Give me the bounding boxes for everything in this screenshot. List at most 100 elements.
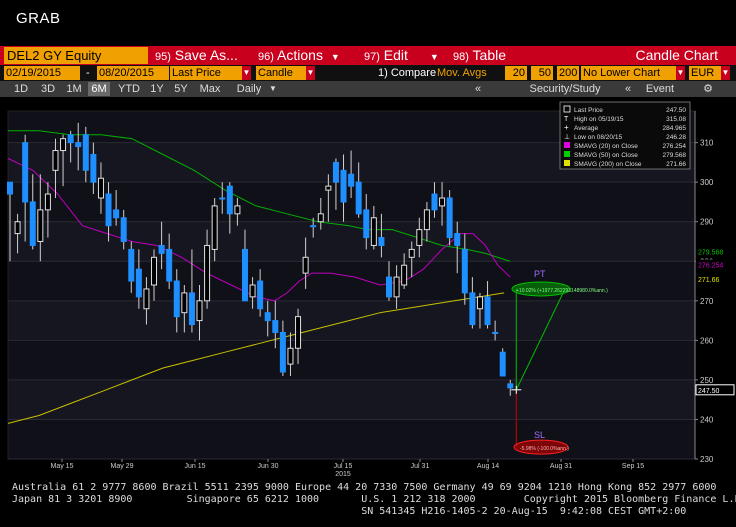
period-1y[interactable]: 1Y <box>147 82 167 96</box>
candle-body-up <box>393 276 400 298</box>
lower-chart-dropdown-icon[interactable]: ▼ <box>676 66 685 80</box>
chart-type-field[interactable]: Candle <box>256 66 306 80</box>
chart-band <box>8 340 695 380</box>
period-1d[interactable]: 1D <box>10 82 32 96</box>
chart-band <box>8 379 695 420</box>
candle-body-down <box>310 225 317 228</box>
edit-num: 97) <box>364 51 380 63</box>
y-tick-label: 270 <box>700 297 714 306</box>
candle-body-up <box>249 284 256 298</box>
table-menu[interactable]: 98) Table <box>453 46 506 65</box>
legend-label: SMAVG (20) on Close <box>574 143 638 150</box>
x-tick-label: Aug 14 <box>477 463 499 470</box>
candle-body-down <box>135 268 142 298</box>
x-tick-label: Jun 15 <box>184 463 205 470</box>
candle-body-down <box>332 161 339 183</box>
period-6m[interactable]: 6M <box>88 82 110 96</box>
candle-body-up <box>204 244 211 302</box>
y-tick-label: 260 <box>700 336 714 345</box>
candle-body-down <box>226 185 233 215</box>
footer: Australia 61 2 9777 8600 Brazil 5511 239… <box>0 478 736 527</box>
compare-label[interactable]: 1) Compare <box>378 66 436 80</box>
legend-value: 279.568 <box>663 152 687 159</box>
ma1-field[interactable]: 20 <box>505 66 527 80</box>
candle-body-up <box>408 248 415 258</box>
currency-dropdown-icon[interactable]: ▼ <box>721 66 730 80</box>
chart-band <box>8 221 695 262</box>
chart-svg[interactable]: PT +10.02% (+1977.262293148980.0%ann.) SL -… <box>0 97 736 478</box>
candle-body-down <box>279 331 286 373</box>
compare-value[interactable]: Mov. Avgs <box>437 66 487 80</box>
price-chart[interactable]: PT +10.02% (+1977.262293148980.0%ann.) SL -… <box>0 97 736 478</box>
security-study-button[interactable]: Security/Study <box>520 82 610 96</box>
candle-body-up <box>151 256 158 286</box>
x-tick-label: May 15 <box>51 463 74 470</box>
legend-value: 284.965 <box>663 125 687 132</box>
candle-body-up <box>325 185 332 191</box>
footer-line-3: SN 541345 H216-1405-2 20-Aug-15 9:42:08 … <box>12 506 687 517</box>
frequency-select[interactable]: Daily <box>230 82 268 96</box>
end-date-field[interactable]: 08/20/2015 <box>97 66 169 80</box>
candle-body-down <box>241 248 248 302</box>
parameter-toolbar: 02/19/2015 - 08/20/2015 Last Price ▼ Can… <box>0 65 736 81</box>
y-tick-label: 300 <box>700 178 714 187</box>
candle-body-down <box>340 169 347 203</box>
candle-body-up <box>211 205 218 250</box>
legend-label: Average <box>574 125 598 132</box>
period-ytd[interactable]: YTD <box>115 82 143 96</box>
candle-body-up <box>401 264 408 286</box>
ticker-field[interactable]: DEL2 GY Equity <box>4 47 148 64</box>
currency-field[interactable]: EUR <box>689 66 721 80</box>
chart-type-dropdown-icon[interactable]: ▼ <box>306 66 315 80</box>
y-tick-label: 310 <box>700 139 714 148</box>
legend-swatch: + <box>564 123 569 132</box>
legend-label: High on 05/19/15 <box>574 116 624 123</box>
candle-body-down <box>173 280 180 318</box>
footer-line-2: Japan 81 3 3201 8900 Singapore 65 6212 1… <box>12 494 736 505</box>
gear-icon[interactable]: ⚙ <box>700 82 716 96</box>
edit-menu[interactable]: 97) Edit ▼ <box>364 46 439 65</box>
candle-body-up <box>416 229 423 246</box>
candle-body-down <box>188 292 195 326</box>
actions-menu[interactable]: 96) Actions ▼ <box>258 46 340 65</box>
collapse-right-icon[interactable]: « <box>620 82 636 96</box>
period-toolbar: 1D 3D 1M 6M YTD 1Y 5Y Max Daily ▼ « Secu… <box>0 81 736 97</box>
candle-body-down <box>492 331 499 334</box>
x-tick-label: Aug 31 <box>550 463 572 470</box>
collapse-left-icon[interactable]: « <box>470 82 486 96</box>
candle-body-down <box>67 134 74 144</box>
save-as-menu[interactable]: 95) Save As... <box>155 46 238 65</box>
period-5y[interactable]: 5Y <box>171 82 191 96</box>
candle-body-down <box>219 197 226 200</box>
candle-body-up <box>287 347 294 365</box>
edit-label: Edit <box>383 47 408 63</box>
candle-body-down <box>90 154 97 183</box>
candle-body-down <box>386 276 392 298</box>
start-date-field[interactable]: 02/19/2015 <box>4 66 80 80</box>
lower-chart-field[interactable]: No Lower Chart <box>581 66 676 80</box>
candle-body-down <box>363 209 370 239</box>
legend-swatch <box>564 160 570 166</box>
sl-label: SL <box>534 430 545 440</box>
event-button[interactable]: Event <box>640 82 680 96</box>
period-max[interactable]: Max <box>196 82 224 96</box>
period-1m[interactable]: 1M <box>63 82 85 96</box>
ma2-field[interactable]: 50 <box>531 66 553 80</box>
candle-body-up <box>14 221 21 235</box>
price-type-dropdown-icon[interactable]: ▼ <box>242 66 251 80</box>
candle-body-down <box>272 320 279 333</box>
candle-body-up <box>370 217 377 246</box>
candle-body-down <box>264 312 271 322</box>
ma3-field[interactable]: 200 <box>557 66 579 80</box>
candle-body-up <box>37 209 44 243</box>
candle-body-up <box>317 213 324 223</box>
period-3d[interactable]: 3D <box>37 82 59 96</box>
table-num: 98) <box>453 51 469 63</box>
legend-value: 247.50 <box>666 107 686 114</box>
x-tick-label: Jul 15 <box>334 463 353 470</box>
candle-body-down <box>22 142 29 203</box>
price-type-field[interactable]: Last Price <box>170 66 242 80</box>
frequency-dropdown-icon[interactable]: ▼ <box>268 82 278 96</box>
candle-body-down <box>120 217 127 242</box>
legend-value: 276.254 <box>663 143 687 150</box>
